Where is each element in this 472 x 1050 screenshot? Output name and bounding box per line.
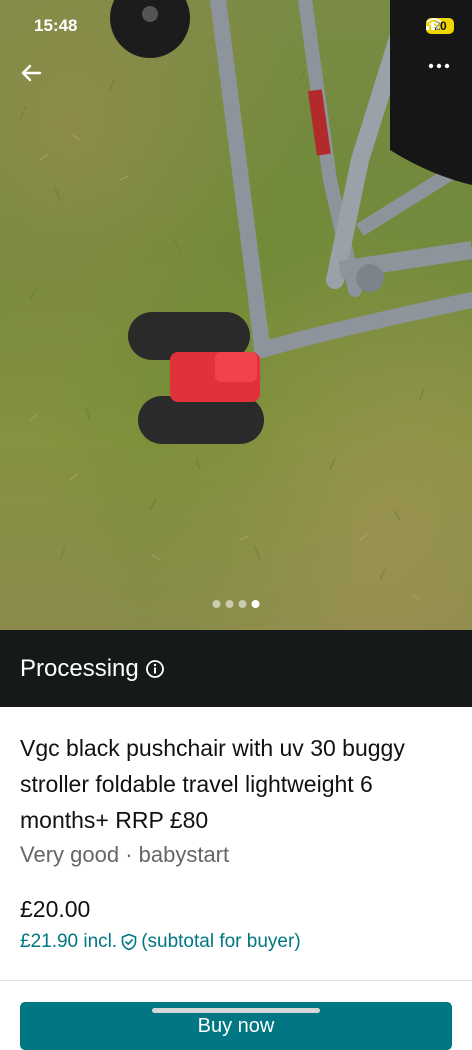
- item-details: Vgc black pushchair with uv 30 buggy str…: [20, 730, 452, 953]
- item-photo[interactable]: 15:48 20: [0, 0, 472, 630]
- info-icon[interactable]: [145, 659, 165, 679]
- pagination-dot-active[interactable]: [251, 600, 260, 608]
- item-title: Vgc black pushchair with uv 30 buggy str…: [20, 735, 405, 833]
- status-time: 15:48: [34, 16, 78, 35]
- pagination-dot[interactable]: [225, 600, 234, 608]
- more-dots-icon: [428, 63, 450, 69]
- item-condition-brand[interactable]: Very good · babystart: [20, 838, 452, 872]
- buyer-price: £21.90 incl.: [20, 931, 118, 952]
- divider: [0, 980, 472, 981]
- home-indicator: [152, 1008, 320, 1013]
- pagination-dot[interactable]: [212, 600, 221, 608]
- back-arrow-icon: [21, 64, 42, 82]
- buyer-price-row[interactable]: £21.90 incl. (subtotal for buyer): [20, 931, 452, 953]
- buyer-price-note: (subtotal for buyer): [141, 931, 301, 952]
- status-icons: 20: [426, 18, 454, 34]
- item-price: £20.00: [20, 896, 91, 922]
- more-options-button[interactable]: [428, 62, 458, 92]
- stroller-photo-illustration: [19, 0, 472, 601]
- wifi-icon: [426, 18, 442, 30]
- shield-check-icon: [121, 933, 137, 951]
- pagination-dot[interactable]: [238, 600, 247, 608]
- processing-label: Processing: [20, 654, 139, 682]
- back-button[interactable]: [20, 62, 50, 92]
- processing-banner: Processing: [0, 630, 472, 707]
- photo-pagination: [212, 600, 260, 608]
